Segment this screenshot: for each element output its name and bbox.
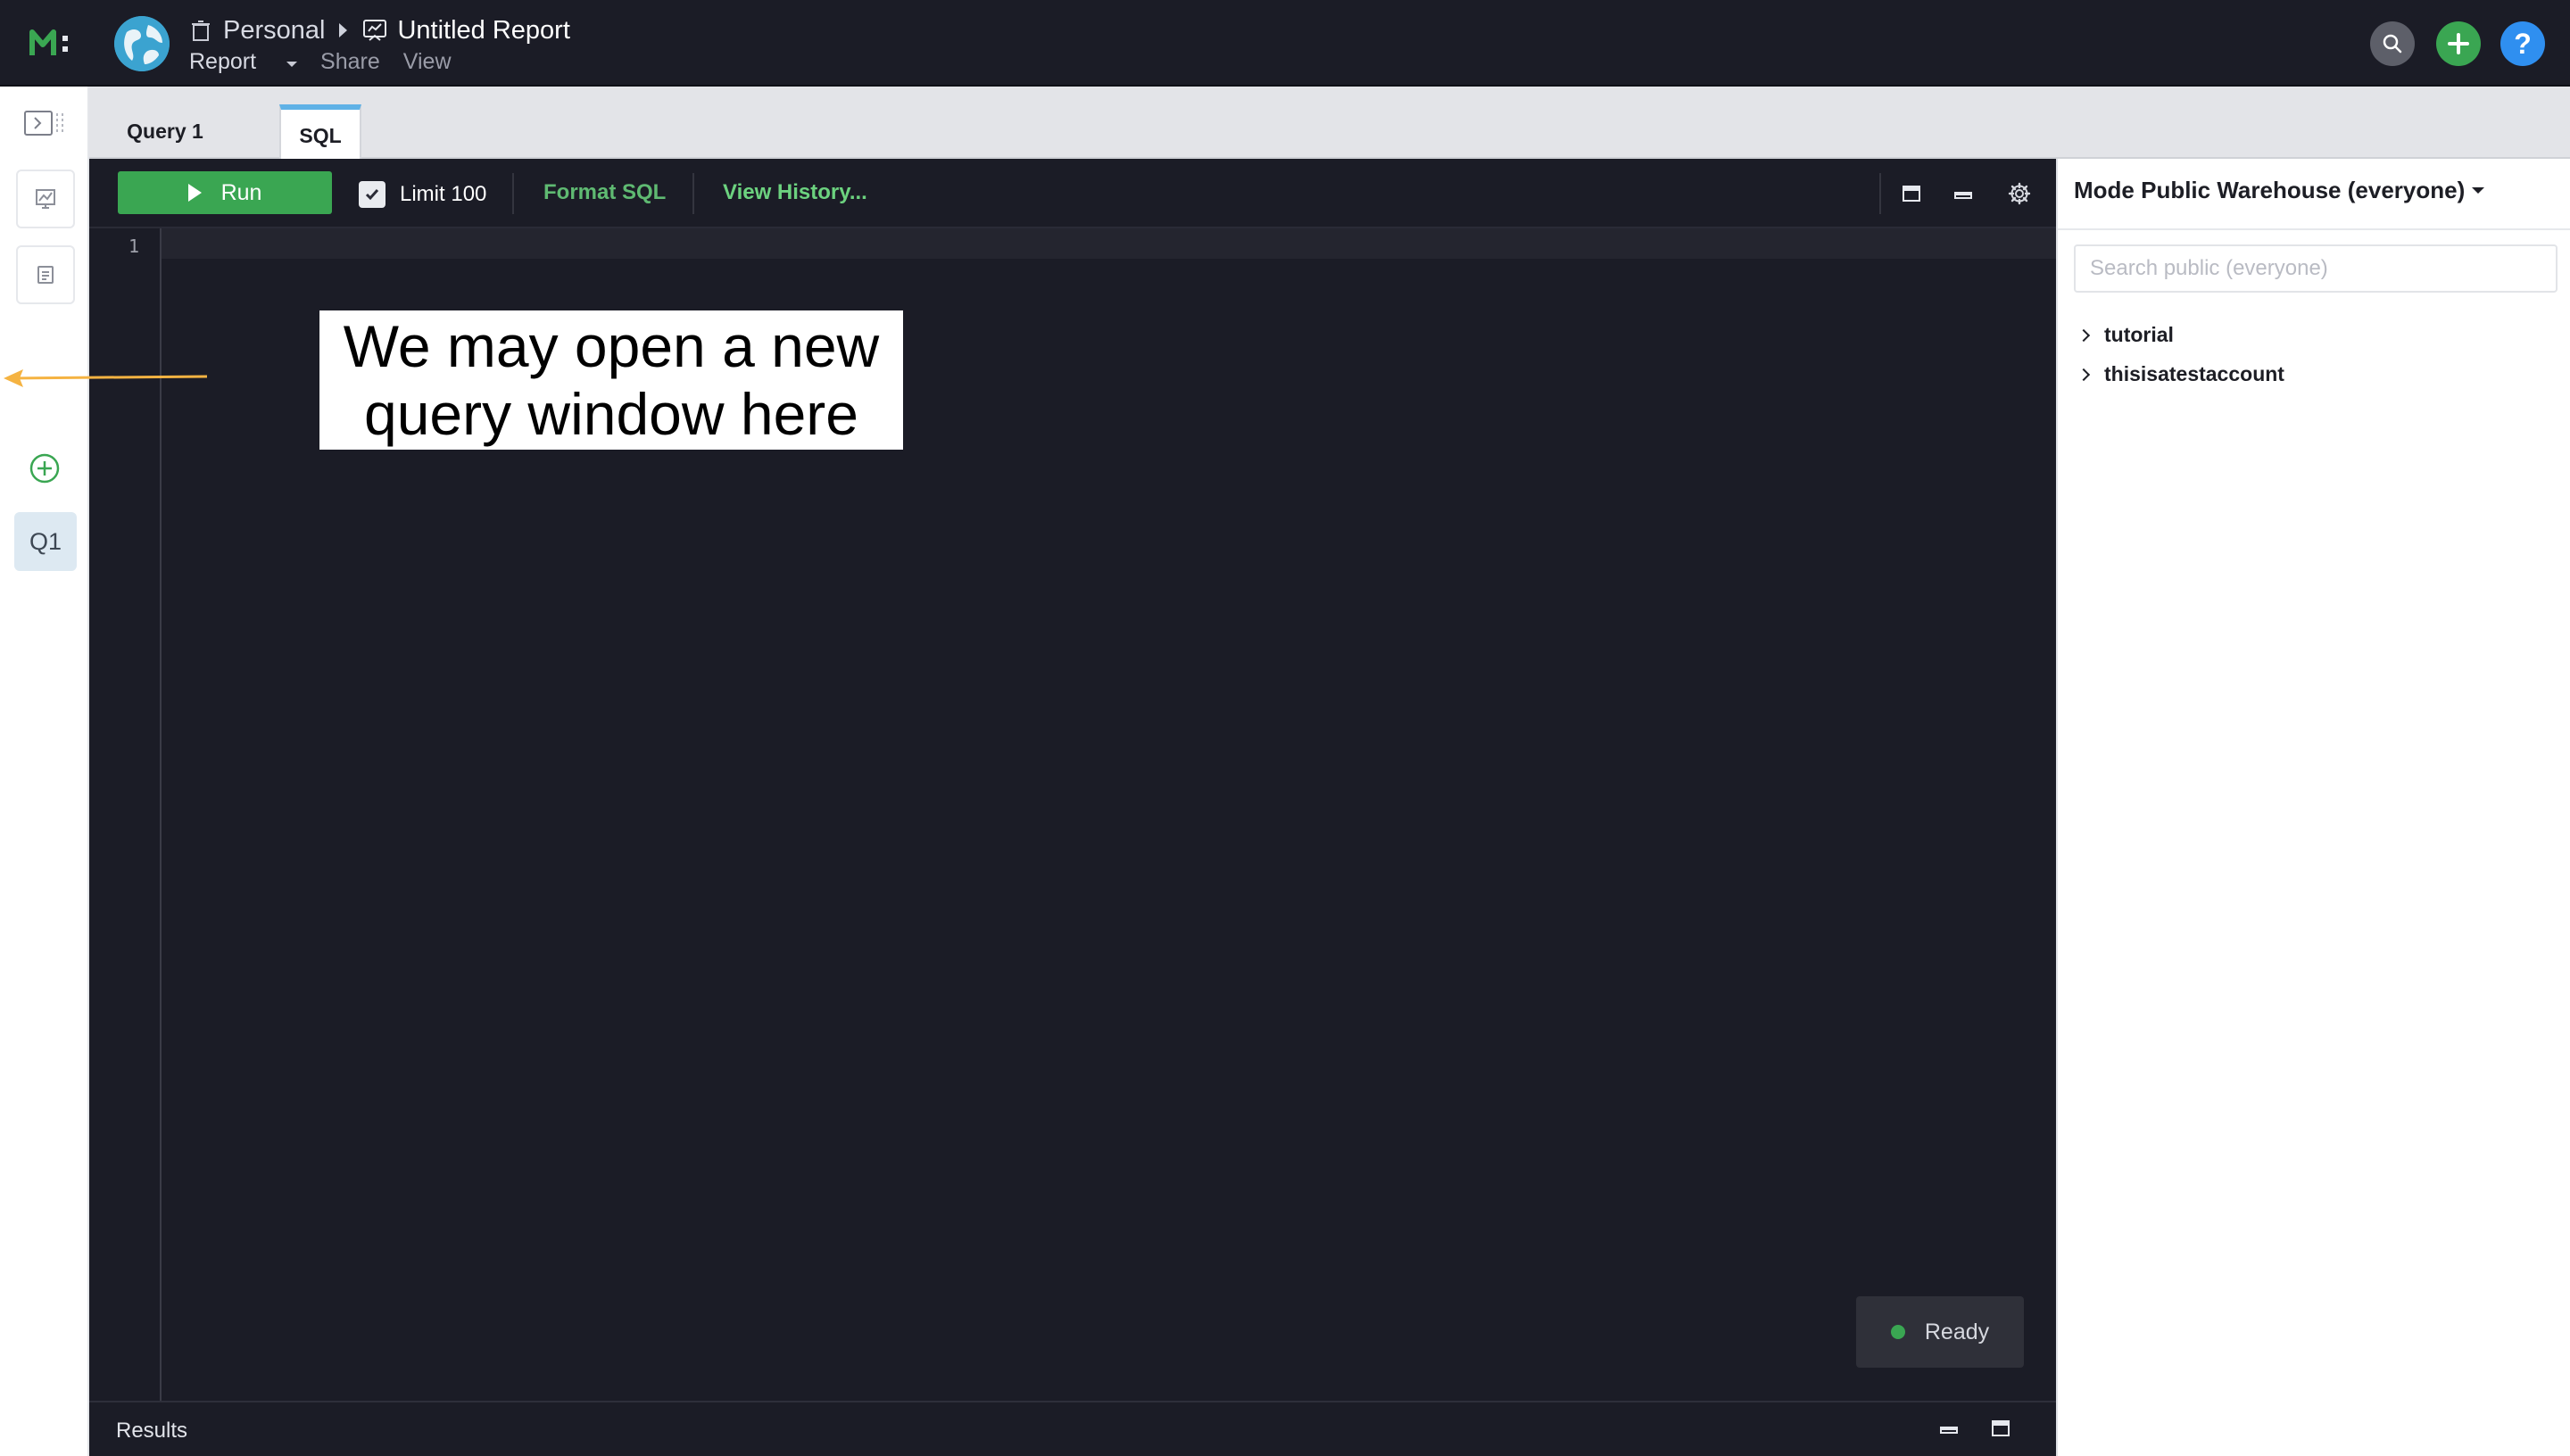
line-number-gutter [89,228,162,1401]
sql-editor[interactable]: Run Limit 100 Format SQL View History... [4,159,2056,1401]
results-bar[interactable]: Results [89,1401,2056,1456]
window-minimize-icon [1954,192,1972,199]
annotation-line-2: query window here [364,381,858,447]
toolbar-divider [692,173,694,214]
toolbar-divider [512,173,514,214]
annotation-callout: We may open a new query window here [319,310,903,450]
chevron-right-icon [2077,368,2091,381]
status-dot-icon [1890,1325,1905,1339]
schema-search-input[interactable]: Search public (everyone) [2074,244,2558,293]
tab-query-1[interactable]: Query 1 [107,104,223,159]
breadcrumb-personal[interactable]: Personal [223,16,325,46]
window-maximize-icon [1903,186,1920,202]
caret-down-icon [286,61,298,67]
report-icon [363,20,387,41]
expand-sidebar-icon[interactable] [23,110,66,136]
schema-item-thisisatestaccount[interactable]: thisisatestaccount [2077,362,2284,386]
panel-divider [2058,228,2570,230]
warehouse-name: Mode Public Warehouse (everyone) [2074,177,2466,203]
minimize-editor-button[interactable] [1950,180,1977,207]
schema-browser-panel: Mode Public Warehouse (everyone) Search … [2056,159,2570,1456]
maximize-results-button[interactable] [1987,1415,2014,1442]
chevron-right-icon [2077,328,2091,342]
editor-tabstrip: Query 1 SQL [89,87,2570,161]
limit-toggle[interactable]: Limit 100 [359,181,486,208]
new-item-button[interactable] [2436,21,2481,66]
report-menu-bar: Report Share View [189,49,475,75]
search-icon [2383,34,2402,54]
plus-icon [2448,33,2469,54]
minimize-results-button[interactable] [1936,1415,1962,1442]
warehouse-selector[interactable]: Mode Public Warehouse (everyone) [2074,177,2485,204]
tab-sql[interactable]: SQL [279,104,361,161]
schema-label: thisisatestaccount [2104,362,2284,385]
top-nav-bar: Personal Untitled Report Report Share Vi… [0,0,2570,87]
breadcrumb-caret-icon [339,23,348,37]
toolbar-divider [1879,173,1881,214]
menu-view[interactable]: View [403,49,452,75]
editor-settings-button[interactable] [2006,180,2033,207]
help-button[interactable]: ? [2500,21,2545,66]
window-minimize-icon [1940,1427,1958,1434]
mode-logo-icon[interactable] [29,25,79,62]
check-icon [365,189,379,201]
play-icon [187,184,202,202]
limit-checkbox[interactable] [359,181,386,208]
globe-icon [114,16,170,71]
run-button[interactable]: Run [118,171,332,214]
limit-label: Limit 100 [400,182,487,206]
schema-item-tutorial[interactable]: tutorial [2077,323,2174,347]
document-icon [37,266,54,284]
add-query-icon[interactable] [27,451,62,486]
notebook-button[interactable] [16,245,75,304]
trash-folder-icon [192,21,210,41]
active-line-highlight [162,228,2056,259]
menu-report[interactable]: Report [189,49,298,75]
annotation-line-1: We may open a new [343,313,880,379]
chart-icon [36,189,55,209]
window-maximize-icon [1992,1420,2010,1436]
maximize-editor-button[interactable] [1898,180,1925,207]
query-badge-q1[interactable]: Q1 [14,512,77,571]
charts-button[interactable] [16,170,75,228]
left-rail: Q1 [0,87,89,1456]
status-badge: Ready [1856,1296,2024,1368]
results-label: Results [116,1419,188,1443]
run-label: Run [220,179,262,205]
view-history-link[interactable]: View History... [723,180,867,205]
status-text: Ready [1924,1319,1990,1344]
schema-label: tutorial [2104,323,2174,346]
breadcrumb: Personal Untitled Report [189,14,570,46]
gear-icon [2008,182,2031,205]
caret-down-icon [2472,187,2485,194]
search-button[interactable] [2370,21,2415,66]
menu-share[interactable]: Share [320,49,380,75]
report-title[interactable]: Untitled Report [397,16,569,46]
menu-report-label: Report [189,49,257,74]
format-sql-button[interactable]: Format SQL [543,180,666,205]
avatar[interactable] [114,16,170,71]
editor-toolbar: Run Limit 100 Format SQL View History... [89,159,2056,228]
annotation-arrow-icon [4,369,208,387]
line-number: 1 [128,236,140,257]
